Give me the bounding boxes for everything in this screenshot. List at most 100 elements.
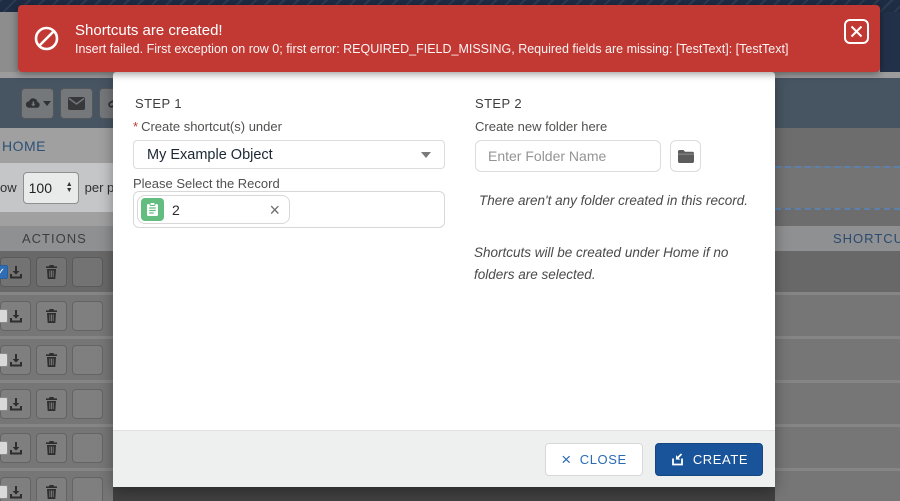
cloud-download-icon	[24, 97, 41, 110]
pagination-suffix: per p	[85, 180, 115, 195]
error-text-block: Shortcuts are created! Insert failed. Fi…	[75, 22, 788, 56]
row-checkbox[interactable]	[0, 485, 8, 499]
table-row[interactable]	[775, 427, 900, 468]
shortcut-column-header: SHORTCUT	[775, 231, 900, 246]
record-pill-value: 2	[172, 202, 261, 218]
modal-footer: × CLOSE CREATE	[113, 430, 775, 487]
divider	[0, 212, 115, 226]
table-rows-right	[775, 251, 900, 501]
table-header-right: SHORTCUT	[775, 226, 900, 251]
table-rows-left: ✓	[0, 251, 115, 501]
stepper-arrows-icon[interactable]: ▲▼	[66, 182, 73, 194]
table-row[interactable]	[0, 295, 115, 336]
chevron-down-icon	[421, 152, 431, 158]
toolbar-right	[775, 78, 900, 128]
delete-button[interactable]	[36, 257, 67, 287]
required-asterisk: *	[133, 119, 138, 134]
record-select-label: Please Select the Record	[133, 176, 280, 191]
table-row[interactable]	[775, 471, 900, 501]
trash-icon	[45, 353, 58, 367]
more-actions-button[interactable]	[72, 477, 103, 501]
table-row[interactable]	[775, 383, 900, 424]
table-row[interactable]	[775, 251, 900, 292]
trash-icon	[45, 265, 58, 279]
download-icon	[9, 397, 23, 411]
step2-title: STEP 2	[475, 96, 522, 111]
shortcut-under-dropdown[interactable]: My Example Object	[133, 140, 445, 169]
step1-required-label: *Create shortcut(s) under	[133, 119, 282, 134]
table-row[interactable]: ✓	[0, 251, 115, 292]
more-actions-button[interactable]	[72, 257, 103, 287]
page: HOME ow 100 ▲▼ per p ACTIONS ✓	[0, 0, 900, 501]
row-checkbox[interactable]	[0, 397, 8, 411]
row-checkbox[interactable]	[0, 441, 8, 455]
delete-button[interactable]	[36, 477, 67, 501]
no-folder-note: There aren't any folder created in this …	[479, 190, 751, 212]
folder-icon	[678, 150, 694, 163]
home-fallback-note: Shortcuts will be created under Home if …	[474, 242, 766, 287]
page-size-stepper[interactable]: 100 ▲▼	[23, 172, 79, 204]
toolbar	[0, 78, 115, 128]
row-checkbox[interactable]	[0, 309, 8, 323]
pagination-band: ow 100 ▲▼ per p	[0, 163, 115, 212]
record-select-input[interactable]: 2 ×	[133, 191, 445, 228]
error-title: Shortcuts are created!	[75, 22, 788, 39]
more-actions-button[interactable]	[72, 301, 103, 331]
close-x-icon: ×	[561, 451, 572, 468]
pagination-prefix: ow	[0, 180, 17, 195]
dropdown-caret-icon	[43, 101, 51, 106]
email-button[interactable]	[60, 88, 93, 119]
download-icon	[9, 441, 23, 455]
row-checkbox[interactable]: ✓	[0, 265, 8, 279]
download-icon	[9, 265, 23, 279]
background-right-column: SHORTCUT	[775, 72, 900, 501]
home-link[interactable]: HOME	[0, 138, 46, 154]
row-checkbox[interactable]	[0, 353, 8, 367]
table-row[interactable]	[775, 339, 900, 380]
table-header-left: ACTIONS	[0, 226, 115, 251]
delete-button[interactable]	[36, 345, 67, 375]
create-shortcut-icon	[670, 452, 685, 467]
close-button[interactable]: × CLOSE	[545, 443, 643, 476]
error-message: Insert failed. First exception on row 0;…	[75, 42, 788, 56]
download-icon	[9, 353, 23, 367]
page-background-right	[880, 12, 900, 78]
trash-icon	[45, 397, 58, 411]
dimmed-background-strip	[113, 487, 775, 501]
table-row[interactable]	[0, 427, 115, 468]
page-size-value: 100	[29, 180, 52, 196]
record-icon	[141, 198, 164, 221]
table-row[interactable]	[775, 295, 900, 336]
remove-record-icon[interactable]: ×	[269, 201, 280, 219]
delete-button[interactable]	[36, 389, 67, 419]
delete-button[interactable]	[36, 301, 67, 331]
more-actions-button[interactable]	[72, 345, 103, 375]
envelope-icon	[68, 97, 85, 110]
selected-record-pill[interactable]: 2 ×	[137, 195, 290, 224]
trash-icon	[45, 485, 58, 499]
download-icon	[9, 309, 23, 323]
dashed-dropzone	[775, 166, 900, 208]
create-button[interactable]: CREATE	[655, 443, 763, 476]
error-toast: Shortcuts are created! Insert failed. Fi…	[18, 5, 880, 72]
create-shortcut-modal: STEP 1 *Create shortcut(s) under My Exam…	[113, 72, 775, 487]
new-folder-label: Create new folder here	[475, 119, 607, 134]
dropdown-selected-value: My Example Object	[147, 147, 273, 163]
dashed-dropzone-edge	[775, 208, 900, 226]
create-folder-button[interactable]	[670, 140, 701, 172]
table-row[interactable]	[0, 471, 115, 501]
trash-icon	[45, 441, 58, 455]
cloud-download-button[interactable]	[21, 88, 54, 119]
more-actions-button[interactable]	[72, 433, 103, 463]
actions-column-header: ACTIONS	[0, 231, 87, 246]
table-row[interactable]	[0, 339, 115, 380]
step1-title: STEP 1	[135, 96, 182, 111]
trash-icon	[45, 309, 58, 323]
breadcrumb-band: HOME	[0, 128, 115, 163]
background-left-column: HOME ow 100 ▲▼ per p ACTIONS ✓	[0, 72, 115, 501]
more-actions-button[interactable]	[72, 389, 103, 419]
delete-button[interactable]	[36, 433, 67, 463]
table-row[interactable]	[0, 383, 115, 424]
folder-name-input[interactable]	[475, 140, 661, 172]
toast-close-button[interactable]	[844, 19, 869, 44]
